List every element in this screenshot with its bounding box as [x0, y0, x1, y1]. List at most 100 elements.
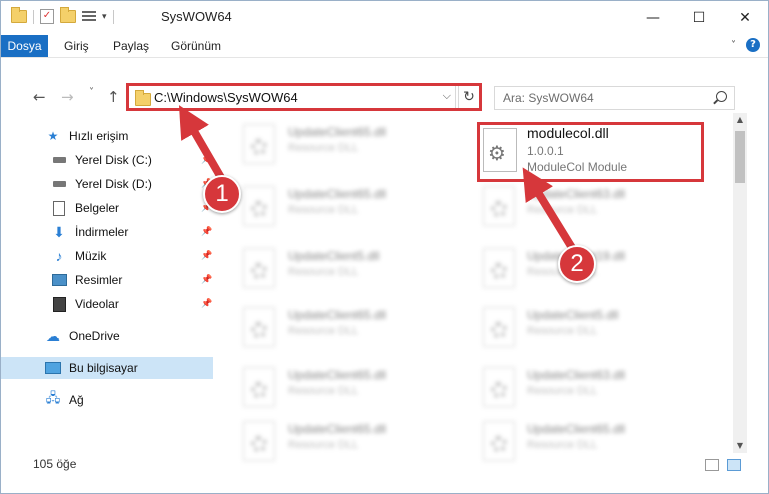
chevron-down-icon[interactable]: ⌵: [443, 89, 451, 103]
download-icon: ⬇: [53, 223, 65, 240]
scroll-thumb[interactable]: [735, 131, 745, 183]
pin-icon[interactable]: 📌: [201, 299, 212, 309]
computer-icon: [45, 361, 61, 375]
dll-file-icon[interactable]: [483, 248, 515, 288]
close-button[interactable]: ✕: [722, 1, 768, 35]
document-icon: [51, 200, 67, 216]
sidebar-item-quick-access[interactable]: ★ Hızlı erişim: [45, 125, 129, 147]
sidebar-item-this-pc[interactable]: Bu bilgisayar: [45, 357, 138, 379]
file-name[interactable]: UpdateClient63.dll: [527, 187, 625, 201]
music-icon: ♪: [55, 248, 63, 264]
divider: [33, 9, 34, 24]
status-bar: 105 öğe: [1, 453, 768, 477]
quick-access-toolbar: ✓ ▾: [11, 7, 114, 24]
explorer-window: ✓ ▾ SysWOW64 — ☐ ✕ Dosya Giriş Paylaş Gö…: [0, 0, 769, 494]
sidebar-item-onedrive[interactable]: ☁ OneDrive: [45, 325, 120, 347]
sidebar-item-drive-d[interactable]: Yerel Disk (D:): [51, 173, 152, 195]
dll-file-icon[interactable]: [243, 248, 275, 288]
window-controls: — ☐ ✕: [630, 1, 768, 35]
file-type: Resource DLL: [288, 266, 359, 278]
file-type: Resource DLL: [288, 142, 359, 154]
new-folder-icon[interactable]: [60, 7, 76, 23]
sidebar-item-pictures[interactable]: Resimler: [51, 269, 122, 291]
dll-file-icon[interactable]: [483, 367, 515, 407]
sidebar-item-label: Hızlı erişim: [69, 129, 129, 143]
tab-share[interactable]: Paylaş: [113, 35, 149, 57]
file-name[interactable]: UpdateClient65.dll: [527, 422, 625, 436]
sidebar-item-drive-c[interactable]: Yerel Disk (C:): [51, 149, 152, 171]
sidebar-item-network[interactable]: 🖧 Ağ: [45, 389, 84, 411]
vertical-scrollbar[interactable]: ▲ ▼: [733, 113, 747, 453]
file-type: Resource DLL: [527, 325, 598, 337]
large-icons-view-icon[interactable]: [727, 459, 741, 471]
sidebar-item-videos[interactable]: Videolar: [51, 293, 119, 315]
target-file-highlight: [477, 122, 704, 182]
sidebar-item-label: Müzik: [75, 249, 107, 263]
sidebar-item-documents[interactable]: Belgeler: [51, 197, 119, 219]
search-input[interactable]: [495, 87, 713, 109]
search-box[interactable]: [494, 86, 735, 110]
file-name[interactable]: UpdateClient5.dll: [527, 308, 618, 322]
minimize-button[interactable]: —: [630, 1, 676, 35]
back-button[interactable]: ←: [33, 88, 46, 106]
sidebar-item-label: Bu bilgisayar: [69, 361, 138, 375]
file-name[interactable]: UpdateClient63.dll: [527, 368, 625, 382]
refresh-button[interactable]: ↻: [458, 85, 480, 109]
pictures-icon: [51, 273, 67, 287]
file-type: Resource DLL: [288, 439, 359, 451]
step-badge-2: 2: [558, 245, 596, 283]
scroll-up-icon[interactable]: ▲: [733, 113, 747, 127]
address-path[interactable]: C:\Windows\SysWOW64: [154, 90, 298, 105]
pin-icon[interactable]: 📌: [201, 275, 212, 285]
maximize-button[interactable]: ☐: [676, 1, 722, 35]
file-name[interactable]: UpdateClient65.dll: [288, 125, 386, 139]
file-name[interactable]: UpdateClient65.dll: [288, 187, 386, 201]
dll-file-icon[interactable]: [243, 124, 275, 164]
recent-locations-button[interactable]: ˅: [89, 87, 94, 98]
sidebar-item-music[interactable]: ♪ Müzik: [51, 245, 107, 267]
ribbon-tabs: Dosya Giriş Paylaş Görünüm ˅ ?: [1, 35, 768, 58]
file-name[interactable]: UpdateClient65.dll: [288, 308, 386, 322]
sidebar-item-downloads[interactable]: ⬇ İndirmeler: [51, 221, 128, 243]
sidebar-item-label: Yerel Disk (C:): [75, 153, 152, 167]
search-icon[interactable]: [716, 91, 727, 102]
dll-file-icon[interactable]: [483, 307, 515, 347]
dll-file-icon[interactable]: [483, 186, 515, 226]
file-name[interactable]: UpdateClient5.dll: [288, 249, 379, 263]
properties-list-icon[interactable]: [82, 10, 96, 23]
sidebar-item-label: Resimler: [75, 273, 123, 287]
file-type: Resource DLL: [288, 325, 359, 337]
divider: [112, 9, 114, 24]
address-bar[interactable]: C:\Windows\SysWOW64 ⌵: [128, 85, 456, 109]
details-view-icon[interactable]: [705, 459, 719, 471]
sidebar-item-label: Belgeler: [75, 201, 120, 215]
ribbon-right: ˅ ?: [731, 38, 760, 52]
tab-file[interactable]: Dosya: [1, 35, 48, 57]
customize-toolbar-icon[interactable]: ▾: [102, 12, 107, 22]
forward-button[interactable]: →: [61, 88, 74, 106]
expand-ribbon-icon[interactable]: ˅: [731, 40, 736, 51]
scroll-down-icon[interactable]: ▼: [733, 439, 747, 453]
sidebar-item-label: Yerel Disk (D:): [75, 177, 152, 191]
pin-icon[interactable]: 📌: [201, 155, 212, 165]
file-type: Resource DLL: [527, 385, 598, 397]
pin-icon[interactable]: 📌: [201, 251, 212, 261]
drive-icon: [51, 153, 67, 167]
properties-check-icon[interactable]: ✓: [40, 9, 54, 24]
help-icon[interactable]: ?: [746, 38, 760, 52]
dll-file-icon[interactable]: [243, 367, 275, 407]
star-icon: ★: [47, 129, 59, 143]
file-name[interactable]: UpdateClient65.dll: [288, 422, 386, 436]
pin-icon[interactable]: 📌: [201, 227, 212, 237]
tab-view[interactable]: Görünüm: [171, 35, 221, 57]
title-bar: ✓ ▾ SysWOW64 — ☐ ✕: [1, 1, 768, 35]
drive-icon: [51, 177, 67, 191]
sidebar-item-label: Videolar: [75, 297, 119, 311]
file-type: Resource DLL: [527, 204, 598, 216]
tab-home[interactable]: Giriş: [64, 35, 89, 57]
dll-file-icon[interactable]: [243, 307, 275, 347]
file-name[interactable]: UpdateClient65.dll: [288, 368, 386, 382]
file-type: Resource DLL: [288, 385, 359, 397]
dll-file-icon[interactable]: [243, 186, 275, 226]
up-button[interactable]: ↑: [107, 88, 120, 106]
